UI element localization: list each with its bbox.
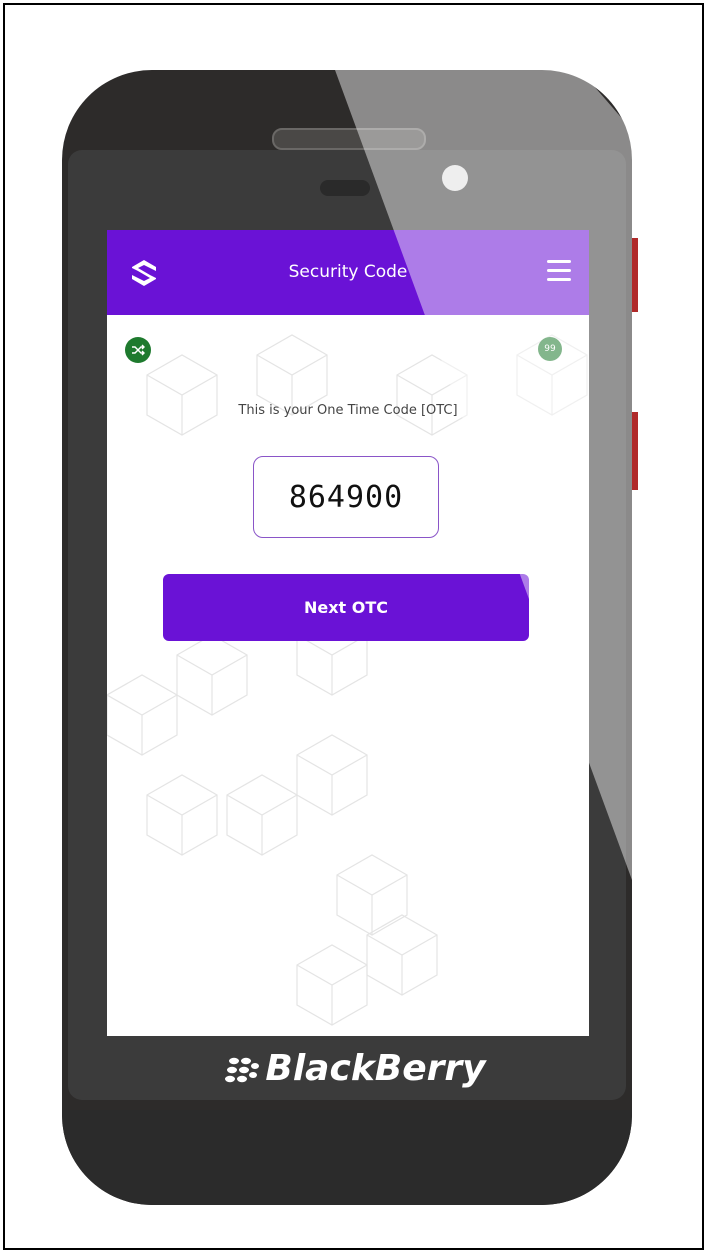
hamburger-menu-icon[interactable] bbox=[547, 260, 571, 282]
front-camera bbox=[442, 165, 468, 191]
device-brand-logo: BlackBerry bbox=[0, 1048, 711, 1089]
otc-code-value: 864900 bbox=[288, 479, 404, 515]
page-title: Security Code bbox=[288, 262, 408, 282]
device-brand-label: BlackBerry bbox=[265, 1048, 486, 1089]
cube-pattern-background bbox=[107, 334, 588, 1026]
earpiece bbox=[320, 180, 370, 196]
side-button-bottom bbox=[632, 412, 638, 490]
quote-count-icon[interactable]: 99 bbox=[538, 337, 562, 361]
side-button-top bbox=[632, 238, 638, 312]
next-otc-button[interactable]: Next OTC bbox=[163, 574, 529, 641]
otc-caption: This is your One Time Code [OTC] bbox=[238, 403, 458, 418]
phone-chin bbox=[62, 1110, 632, 1205]
blackberry-logo-icon bbox=[225, 1057, 260, 1083]
app-bar: Security Code bbox=[107, 230, 589, 315]
shuffle-icon[interactable] bbox=[125, 337, 151, 363]
app-screen: Security Code 99 This is your One Time C… bbox=[107, 230, 589, 1036]
otc-code-box: 864900 bbox=[253, 456, 439, 538]
speaker-grille bbox=[272, 128, 426, 150]
